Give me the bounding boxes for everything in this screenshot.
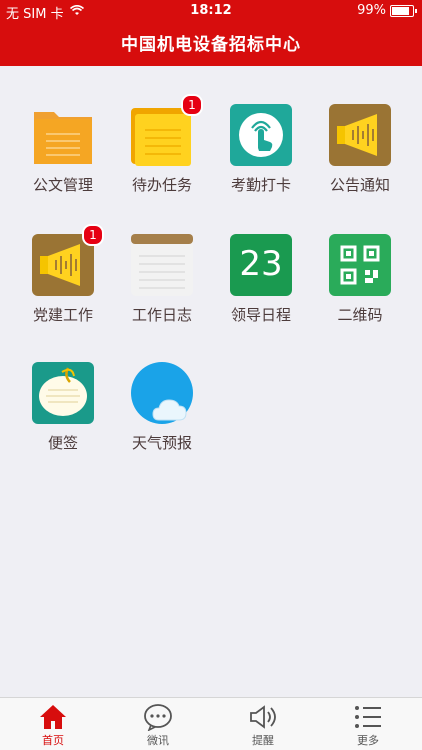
tab-bar: 首页 微讯 提醒 更多 xyxy=(0,697,422,750)
calendar-icon: 23 xyxy=(230,234,292,296)
tab-home[interactable]: 首页 xyxy=(13,702,93,748)
page-title: 中国机电设备招标中心 xyxy=(121,35,301,55)
app-label: 领导日程 xyxy=(230,306,291,324)
app-dangjian[interactable]: 1 党建工作 xyxy=(14,224,112,344)
tab-label: 首页 xyxy=(42,734,64,747)
app-label: 考勤打卡 xyxy=(230,176,291,194)
tab-label: 更多 xyxy=(357,734,379,747)
weather-icon xyxy=(131,362,193,424)
chat-icon xyxy=(118,702,198,732)
speaker-icon: 1 xyxy=(32,224,104,296)
app-label: 党建工作 xyxy=(32,306,93,324)
task-folder-icon: 1 xyxy=(131,94,203,166)
battery-percent: 99% xyxy=(357,3,386,18)
app-label: 公文管理 xyxy=(32,176,93,194)
app-gonggao[interactable]: 公告通知 xyxy=(311,104,409,214)
notification-badge: 1 xyxy=(82,224,104,246)
notification-badge: 1 xyxy=(181,94,203,116)
status-bar: 无 SIM 卡 18:12 99% xyxy=(0,0,422,22)
app-header: 无 SIM 卡 18:12 99% 中国机电设备招标中心 xyxy=(0,0,422,66)
home-icon xyxy=(13,702,93,732)
app-bianqian[interactable]: 便签 xyxy=(14,362,112,472)
app-label: 待办任务 xyxy=(131,176,192,194)
app-label: 天气预报 xyxy=(131,434,192,452)
app-label: 公告通知 xyxy=(329,176,390,194)
tab-tixing[interactable]: 提醒 xyxy=(223,702,303,748)
calendar-day: 23 xyxy=(239,244,283,284)
qrcode-icon xyxy=(329,234,391,296)
app-label: 便签 xyxy=(47,434,78,452)
speaker-icon xyxy=(329,104,391,166)
app-label: 工作日志 xyxy=(131,306,192,324)
app-rizhi[interactable]: 工作日志 xyxy=(113,234,211,344)
status-right: 99% xyxy=(357,3,417,18)
sticky-note-icon xyxy=(32,362,94,424)
battery-icon xyxy=(390,4,417,17)
app-erweima[interactable]: 二维码 xyxy=(311,234,409,344)
tab-weixun[interactable]: 微讯 xyxy=(118,702,198,748)
folder-icon xyxy=(32,104,94,166)
fingerprint-touch-icon xyxy=(230,104,292,166)
speaker-icon xyxy=(223,702,303,732)
app-gongwen[interactable]: 公文管理 xyxy=(14,104,112,214)
app-kaoqin[interactable]: 考勤打卡 xyxy=(212,104,310,214)
app-richeng[interactable]: 23 领导日程 xyxy=(212,234,310,344)
tab-label: 提醒 xyxy=(252,734,274,747)
list-icon xyxy=(328,702,408,732)
notepad-icon xyxy=(131,234,193,296)
app-label: 二维码 xyxy=(337,306,383,324)
app-tianqi[interactable]: 天气预报 xyxy=(113,362,211,472)
app-daiban[interactable]: 1 待办任务 xyxy=(113,94,211,214)
tab-label: 微讯 xyxy=(147,734,169,747)
tab-more[interactable]: 更多 xyxy=(328,702,408,748)
